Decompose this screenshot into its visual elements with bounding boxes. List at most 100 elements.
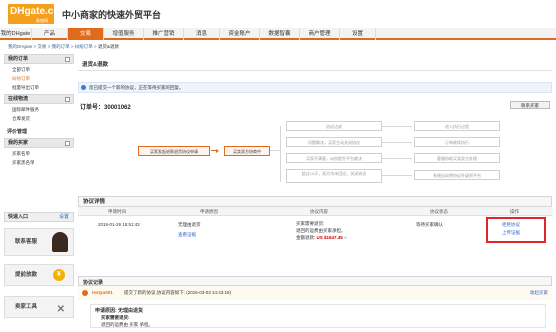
record-user[interactable]: testyu001 [92,290,113,295]
flow-mid-2: 问题解决，买家主动关闭协议 [286,137,382,147]
dhgate-logo[interactable]: DHgate.com 敦煌网 [8,4,68,24]
flow-connector [382,175,412,176]
order-value: 30001062 [104,105,131,111]
flow-connector [280,126,281,182]
highlight-box [486,217,546,243]
record-sub1: 买家需要退货: [101,315,130,320]
sidebar-item-all-orders[interactable]: 全部订单 [12,67,30,73]
nav-promotion[interactable]: 推广营销 [144,28,184,40]
early-payout-card[interactable]: 提前放款 ¥ [4,264,74,286]
sidebar-item-buyer-blacklist[interactable]: 买家黑名单 [12,160,35,166]
collapse-icon[interactable] [65,57,70,62]
notice-bar: 您已提交一个新的协议，正在等待买家的回复。 [78,82,552,93]
col-content: 协议内容 [310,209,328,214]
flow-end-3: 客服协助买卖双方处理 [414,153,500,163]
content-line1: 买家需要退货: [296,221,325,226]
sidebar: 我的订单 全部订单 纠纷订单 批量导出订单 在线物流 国际邮件服务 仓库发货 评… [4,54,74,328]
sidebar-item-dispute-orders[interactable]: 纠纷订单 [12,76,30,82]
view-proof-link[interactable]: 查看证据 [178,232,196,238]
sidebar-item-warehouse[interactable]: 仓库发货 [12,116,30,122]
crumb-sep: > [70,44,74,49]
nav-my-dhgate[interactable]: 我的DHgate [0,28,32,40]
breadcrumb: 我的DHgate > 交易 > 我的订单 > 纠纷订单 > 退货&退款 [8,44,119,50]
col-actions: 操作 [510,209,519,214]
record-action: 提交了新的协议,协议内容如下: (2015-03-03 14:43:18) [124,290,232,295]
crumb-my-dhgate[interactable]: 我的DHgate [8,44,32,49]
seller-tools-card[interactable]: 卖家工具 ✕ [4,296,74,318]
sidebar-head-reviews[interactable]: 评价管理 [4,128,74,138]
collapse-buyer-link[interactable]: 收起买家 [530,290,548,296]
nav-funds[interactable]: 资金账户 [220,28,260,40]
tools-icon: ✕ [56,304,65,315]
flow-negotiate: 买卖双方协商中 [224,146,270,156]
main-nav: 我的DHgate 产品 交易 增值服务 推广营销 消息 资金账户 数据智囊 商户… [0,28,556,40]
nav-products[interactable]: 产品 [32,28,68,40]
flow-connector [382,158,412,159]
col-time: 申请时间 [108,209,126,214]
crumb-my-orders[interactable]: 我的订单 [52,44,70,49]
record-sub2: 退回的运费由 买家 承担。 [101,322,153,327]
notice-text: 您已提交一个新的协议，正在等待买家的回复。 [89,85,184,90]
arrow-icon [216,149,219,153]
order-label: 订单号： [80,105,105,111]
sidebar-head-label: 评价管理 [7,129,28,135]
sidebar-head-buyers[interactable]: 我的买家 [4,138,74,148]
flow-end-4: 系统自动将协议升级到平台 [414,170,500,180]
flow-mid-1: 协议达成 [286,121,382,131]
support-avatar-icon [52,232,68,252]
crumb-trade[interactable]: 交易 [37,44,46,49]
sidebar-head-label: 我的订单 [8,56,29,62]
order-number: 订单号：30001062 [80,102,131,111]
contact-support-card[interactable]: 联系客服 [4,228,74,256]
crumb-dispute-orders[interactable]: 纠纷订单 [75,44,93,49]
flow-mid-4: 超过10天，双方均未回应，关闭协议 [286,169,382,183]
sidebar-head-label: 我的买家 [8,140,29,146]
flow-connector [211,150,216,151]
collapse-icon[interactable] [65,141,70,146]
crumb-current: 退货&退款 [97,44,119,49]
flow-start: 买家发起退款退货协议申请 [138,146,210,156]
content-line2: 退回的运费由买家承担。 [296,228,346,233]
record-row: testyu001 提交了新的协议,协议内容如下: (2015-03-03 14… [78,286,552,300]
flow-connector [270,150,280,151]
sidebar-item-batch-export[interactable]: 批量导出订单 [12,85,39,91]
header: DHgate.com 敦煌网 中小商家的快速外贸平台 [0,0,556,30]
flow-mid-3: 买家不满意，纠纷提升平台裁决 [286,153,382,163]
nav-trade[interactable]: 交易 [68,28,104,40]
quick-entry-label: 快速入口 [8,214,29,220]
crumb-sep: > [47,44,51,49]
detail-section-title: 协议详情 [78,196,552,207]
crumb-sep: > [94,44,97,49]
nav-messages[interactable]: 消息 [184,28,220,40]
yen-coin-icon: ¥ [53,269,65,281]
flow-end-2: 订单继续执行 [414,137,500,147]
contact-buyer-button[interactable]: 联系买家 [510,101,550,109]
record-title: 协议记录 [83,280,104,286]
flow-end-1: 进入执行过程 [414,121,500,131]
nav-data[interactable]: 数据智囊 [260,28,300,40]
quick-entry-head: 快速入口 设置 [4,212,74,222]
contact-support-label: 联系客服 [15,239,38,245]
flow-connector [382,126,412,127]
sidebar-head-logistics[interactable]: 在线物流 [4,94,74,104]
collapse-icon[interactable] [65,97,70,102]
detail-status: 等待买家确认 [416,222,443,227]
nav-settings[interactable]: 设置 [340,28,376,40]
page-title: 退货&退款 [78,60,552,71]
refund-amount: US $1647.45 [316,235,343,240]
record-section-head: 协议记录 [78,276,552,286]
quick-entry-settings-link[interactable]: 设置 [59,213,69,222]
sidebar-head-label: 在线物流 [8,96,29,102]
nav-merchant[interactable]: 商户管理 [300,28,340,40]
record-body: 申请原因: 无理由退货 买家需要退货: 退回的运费由 买家 承担。 [90,304,546,328]
sidebar-item-buyer-list[interactable]: 买家名单 [12,151,30,157]
record-reason: 申请原因: 无理由退货 [95,308,144,314]
sidebar-head-my-orders[interactable]: 我的订单 [4,54,74,64]
detail-time: 2015-01-29 15:51:42 [98,222,140,227]
more-link[interactable]: » [344,235,347,240]
nav-value-added[interactable]: 增值服务 [104,28,144,40]
refund-label: 金额退款: [296,235,316,240]
crumb-sep: > [33,44,37,49]
sidebar-item-intl-mail[interactable]: 国际邮件服务 [12,107,39,113]
col-reason: 申请原因 [200,209,218,214]
